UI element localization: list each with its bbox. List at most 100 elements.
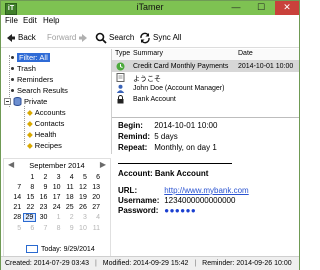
calendar-day[interactable]: 6 xyxy=(23,225,36,232)
tree-item-private[interactable]: Private xyxy=(4,96,47,106)
tag-icon: ◆ xyxy=(27,118,33,128)
lock-icon xyxy=(117,95,124,104)
menu-help[interactable]: Help xyxy=(43,16,59,25)
detail-begin: Begin: 2014-10-01 10:00 xyxy=(118,121,217,130)
calendar-day[interactable]: 17 xyxy=(49,194,62,201)
calendar-day[interactable]: 16 xyxy=(36,194,49,201)
detail-username: Username: 1234000000000000 xyxy=(118,196,235,205)
calendar: ◀ September 2014 ▶ 1 2 3 4 5 6 7 8 9 10 11 12 13 14 15… xyxy=(3,158,111,257)
calendar-next-button[interactable]: ▶ xyxy=(100,160,106,169)
calendar-day[interactable]: 7 xyxy=(10,184,23,191)
tree-item-search-results[interactable]: Search Results xyxy=(11,85,68,95)
calendar-day[interactable]: 13 xyxy=(89,184,102,191)
bullet-icon xyxy=(11,88,14,92)
forward-button[interactable]: Forward xyxy=(47,31,88,44)
calendar-day[interactable]: 26 xyxy=(76,204,89,211)
detail-repeat: Repeat: Monthly, on day 1 xyxy=(118,143,217,152)
calendar-week: 123456 xyxy=(10,172,104,182)
calendar-grid: 1 2 3 4 5 6 7 8 9 10 11 12 13 14 15 16 17 18 19 20 21 22 23 24 2… xyxy=(10,172,104,233)
tree-item-health[interactable]: ◆ Health xyxy=(27,129,56,139)
calendar-day[interactable]: 9 xyxy=(63,225,76,232)
tree-item-label: Trash xyxy=(17,63,36,73)
calendar-day[interactable]: 12 xyxy=(76,184,89,191)
tree-item-filter-all[interactable]: Filter: All xyxy=(11,52,50,62)
forward-label: Forward xyxy=(47,33,77,42)
tree-item-accounts[interactable]: ◆ Accounts xyxy=(27,107,66,117)
table-row[interactable]: ようこそ xyxy=(112,72,299,83)
calendar-day[interactable]: 4 xyxy=(89,214,102,221)
calendar-day[interactable]: 3 xyxy=(76,214,89,221)
calendar-day[interactable]: 28 xyxy=(10,214,23,221)
detail-password: Password: ●●●●●● xyxy=(118,206,196,215)
repeat-label: Repeat: xyxy=(118,143,148,152)
search-icon xyxy=(95,32,107,44)
calendar-day[interactable]: 19 xyxy=(76,194,89,201)
calendar-day[interactable]: 2 xyxy=(63,214,76,221)
database-icon xyxy=(13,96,22,106)
calendar-day[interactable]: 15 xyxy=(23,194,36,201)
calendar-day[interactable]: 11 xyxy=(89,225,102,232)
status-modified: Modified: 2014-09-29 15:42 xyxy=(102,260,189,267)
menu-file[interactable]: File xyxy=(5,16,18,25)
calendar-day[interactable]: 3 xyxy=(49,174,62,181)
calendar-day[interactable]: 1 xyxy=(49,214,62,221)
tree-item-label: Contacts xyxy=(34,118,65,128)
table-row[interactable]: Credit Card Monthly Payments 2014-10-01 … xyxy=(112,61,299,72)
calendar-day[interactable]: 5 xyxy=(76,174,89,181)
password-value[interactable]: ●●●●●● xyxy=(164,206,196,215)
bullet-icon xyxy=(11,55,14,59)
calendar-day[interactable]: 14 xyxy=(10,194,23,201)
calendar-day[interactable]: 4 xyxy=(63,174,76,181)
calendar-day[interactable]: 2 xyxy=(36,174,49,181)
calendar-day[interactable]: 25 xyxy=(63,204,76,211)
calendar-day[interactable]: 5 xyxy=(10,225,23,232)
calendar-day[interactable]: 20 xyxy=(89,194,102,201)
calendar-day[interactable]: 21 xyxy=(10,204,23,211)
calendar-day[interactable]: 7 xyxy=(36,225,49,232)
column-summary[interactable]: Summary xyxy=(133,50,163,57)
calendar-day[interactable]: 22 xyxy=(23,204,36,211)
tree-item-label: Search Results xyxy=(17,85,68,95)
calendar-day[interactable]: 1 xyxy=(23,174,36,181)
table-row[interactable]: Bank Account xyxy=(112,94,299,105)
tree-item-reminders[interactable]: Reminders xyxy=(11,74,53,84)
calendar-today[interactable]: Today: 9/29/2014 xyxy=(26,245,95,253)
calendar-day[interactable]: 24 xyxy=(49,204,62,211)
sync-all-button[interactable]: Sync All xyxy=(139,31,181,44)
url-link[interactable]: http://www.mybank.com xyxy=(164,186,248,195)
calendar-day[interactable]: 8 xyxy=(49,225,62,232)
tree-item-contacts[interactable]: ◆ Contacts xyxy=(27,118,64,128)
calendar-day[interactable]: 11 xyxy=(63,184,76,191)
tree-item-trash[interactable]: Trash xyxy=(11,63,36,73)
tree-connector xyxy=(24,106,25,145)
maximize-button[interactable]: ☐ xyxy=(250,1,272,15)
account-title: Account: Bank Account xyxy=(118,169,208,178)
close-button[interactable]: ✕ xyxy=(275,1,299,15)
calendar-day[interactable]: 6 xyxy=(89,174,102,181)
table-row[interactable]: John Doe (Account Manager) xyxy=(112,83,299,94)
calendar-day[interactable]: 10 xyxy=(49,184,62,191)
calendar-day[interactable]: 23 xyxy=(36,204,49,211)
tree-item-recipes[interactable]: ◆ Recipes xyxy=(27,140,62,150)
back-label: Back xyxy=(18,33,36,42)
column-date[interactable]: Date xyxy=(238,50,253,57)
menu-edit[interactable]: Edit xyxy=(23,16,37,25)
calendar-day[interactable]: 18 xyxy=(63,194,76,201)
calendar-day[interactable]: 27 xyxy=(89,204,102,211)
tag-icon: ◆ xyxy=(27,140,33,150)
row-date: 2014-10-01 10:00 xyxy=(238,63,294,70)
column-type[interactable]: Type xyxy=(115,50,130,57)
tree-item-label: Health xyxy=(34,129,57,139)
back-button[interactable]: Back xyxy=(6,31,36,44)
calendar-month: September 2014 xyxy=(29,161,85,170)
bullet-icon xyxy=(11,66,14,70)
calendar-day[interactable]: 9 xyxy=(36,184,49,191)
item-list: Type Summary Date Credit Card Monthly Pa… xyxy=(112,49,299,118)
calendar-day[interactable]: 29 xyxy=(23,213,37,223)
calendar-day[interactable]: 10 xyxy=(76,225,89,232)
bullet-icon xyxy=(11,77,14,81)
minimize-button[interactable]: — xyxy=(225,1,247,15)
calendar-day[interactable]: 30 xyxy=(36,214,49,221)
calendar-day[interactable]: 8 xyxy=(23,184,36,191)
search-button[interactable]: Search xyxy=(95,31,134,44)
